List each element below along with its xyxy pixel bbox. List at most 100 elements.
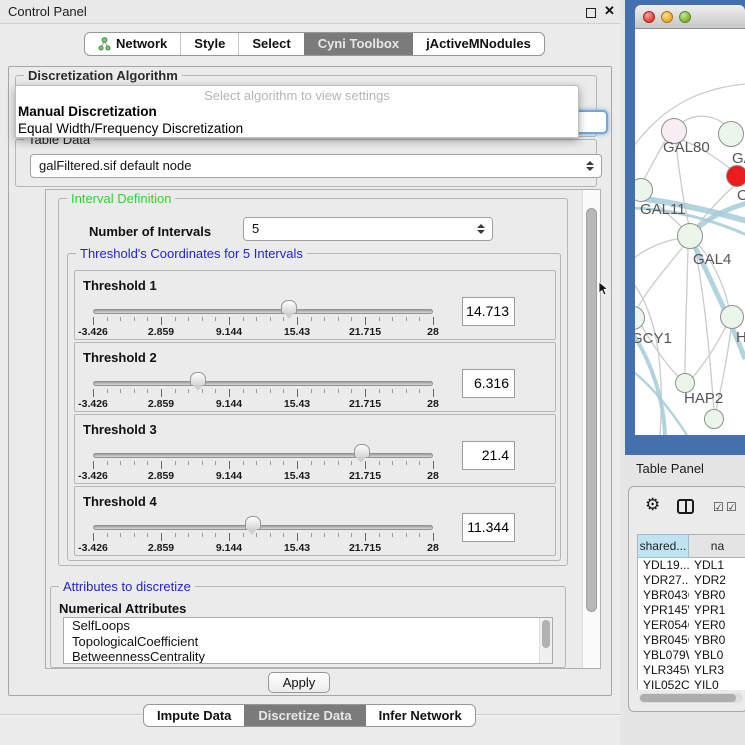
network-node[interactable] (677, 223, 703, 249)
table-row[interactable]: YDR27...YDR2 (638, 573, 745, 588)
columns-icon[interactable] (677, 499, 694, 514)
dropdown-option-manual-discretization[interactable]: Manual Discretization (16, 103, 578, 120)
tick (419, 389, 420, 393)
column-header-shared-name[interactable]: shared... (638, 534, 689, 558)
tick (243, 317, 244, 321)
slider-track[interactable] (93, 453, 433, 458)
close-traffic-light-icon[interactable] (643, 11, 655, 23)
tick-label: 21.715 (349, 470, 381, 482)
tab-label: jActiveMNodules (426, 33, 531, 55)
tick-label: 21.715 (349, 326, 381, 338)
minimize-traffic-light-icon[interactable] (661, 11, 673, 23)
tick (243, 389, 244, 393)
tab-jactivemnodules[interactable]: jActiveMNodules (412, 33, 544, 55)
panel-title: Control Panel (8, 4, 87, 19)
threshold-value-field[interactable]: 6.316 (462, 369, 515, 398)
tick (93, 461, 94, 469)
checkbox-icon[interactable]: ☑ (713, 500, 724, 514)
number-of-intervals-combo[interactable]: 5 (243, 217, 493, 241)
tick (379, 317, 380, 321)
network-window[interactable]: GAL80GACGAL11GAL4GCY1HHAP2 (635, 5, 745, 436)
attributes-list[interactable]: SelfLoopsTopologicalCoefficientBetweenne… (63, 617, 553, 664)
tick (188, 317, 189, 321)
network-canvas[interactable]: GAL80GACGAL11GAL4GCY1HHAP2 (635, 29, 745, 435)
tick (406, 389, 407, 393)
tick (270, 533, 271, 537)
tick (134, 533, 135, 537)
table-row[interactable]: YDL19...YDL1 (638, 558, 745, 573)
slider-track[interactable] (93, 525, 433, 530)
network-node[interactable] (720, 305, 744, 329)
table-row[interactable]: YBR043CYBR0 (638, 588, 745, 603)
tick-label: 2.859 (148, 470, 174, 482)
table-row[interactable]: YBR045CYBR0 (638, 633, 745, 648)
tick-label: 9.144 (216, 326, 242, 338)
apply-button[interactable]: Apply (268, 672, 330, 693)
attributes-scrollbar[interactable] (539, 618, 552, 663)
zoom-traffic-light-icon[interactable] (679, 11, 691, 23)
node-label: GAL4 (693, 251, 731, 268)
scrollbar-thumb[interactable] (586, 208, 597, 612)
tick (215, 461, 216, 465)
tick (297, 461, 298, 469)
tick-label: 28 (427, 398, 439, 410)
tab-cyni-toolbox[interactable]: Cyni Toolbox (304, 33, 412, 55)
horizontal-scrollbar[interactable] (639, 693, 743, 703)
control-panel: Control Panel ✕ Network Style Select (0, 0, 620, 745)
node-label: GAL11 (640, 201, 686, 218)
tick (351, 317, 352, 321)
tick (311, 317, 312, 321)
tick (161, 317, 162, 325)
slider-thumb[interactable] (281, 300, 297, 314)
threshold-value-field[interactable]: 21.4 (462, 441, 515, 470)
tab-infer-network[interactable]: Infer Network (365, 705, 475, 726)
tab-select[interactable]: Select (238, 33, 303, 55)
table-row[interactable]: YPR145WYPR1 (638, 603, 745, 618)
network-node[interactable] (704, 409, 724, 429)
slider-thumb[interactable] (190, 372, 206, 386)
tick (120, 533, 121, 537)
tick (229, 389, 230, 397)
table-row[interactable]: YER054CYER0 (638, 618, 745, 633)
list-item[interactable]: TopologicalCoefficient (64, 634, 552, 650)
dropdown-option-equal-width-frequency[interactable]: Equal Width/Frequency Discretization (16, 120, 578, 137)
table-data-group: Table Data galFiltered.sif default node (15, 139, 597, 187)
threshold-value-field[interactable]: 11.344 (462, 513, 515, 542)
cell-name: YIL0 (689, 678, 745, 690)
tick-label: 28 (427, 326, 439, 338)
slider-track[interactable] (93, 309, 433, 314)
spinner-icon (586, 161, 594, 171)
threshold-label: Threshold 4 (83, 494, 157, 509)
tick (392, 533, 393, 537)
float-window-icon[interactable] (586, 8, 596, 18)
table-row[interactable]: YIL052CYIL0 (638, 678, 745, 690)
threshold-value-field[interactable]: 14.713 (462, 297, 515, 326)
slider-thumb[interactable] (354, 444, 370, 458)
list-item[interactable]: SelfLoops (64, 618, 552, 634)
interval-definition-group: Interval Definition Number of Intervals … (58, 198, 568, 566)
slider-track[interactable] (93, 381, 433, 386)
vertical-scrollbar[interactable] (582, 190, 601, 668)
tab-network[interactable]: Network (85, 33, 180, 55)
tab-impute-data[interactable]: Impute Data (144, 705, 244, 726)
scrollbar-thumb[interactable] (640, 694, 736, 702)
network-node[interactable] (726, 165, 745, 187)
tick (147, 389, 148, 393)
tab-discretize-data[interactable]: Discretize Data (244, 705, 364, 726)
tick (351, 461, 352, 465)
close-icon[interactable]: ✕ (604, 3, 615, 19)
tick (215, 533, 216, 537)
bottom-tab-bar: Impute Data Discretize Data Infer Networ… (143, 704, 476, 727)
gear-icon[interactable]: ⚙ (645, 495, 660, 515)
table-row[interactable]: YBL079WYBL0 (638, 648, 745, 663)
list-item[interactable]: BetweennessCentrality (64, 649, 552, 664)
table-row[interactable]: YLR345WYLR3 (638, 663, 745, 678)
tab-style[interactable]: Style (180, 33, 238, 55)
network-node[interactable] (718, 121, 744, 147)
tick-label: -3.426 (78, 398, 108, 410)
column-header-name[interactable]: na (689, 534, 745, 558)
scrollbar-thumb[interactable] (542, 620, 550, 648)
checkbox-icon[interactable]: ☑ (726, 500, 737, 514)
table-data-combo[interactable]: galFiltered.sif default node (30, 154, 602, 178)
slider-thumb[interactable] (245, 516, 261, 530)
